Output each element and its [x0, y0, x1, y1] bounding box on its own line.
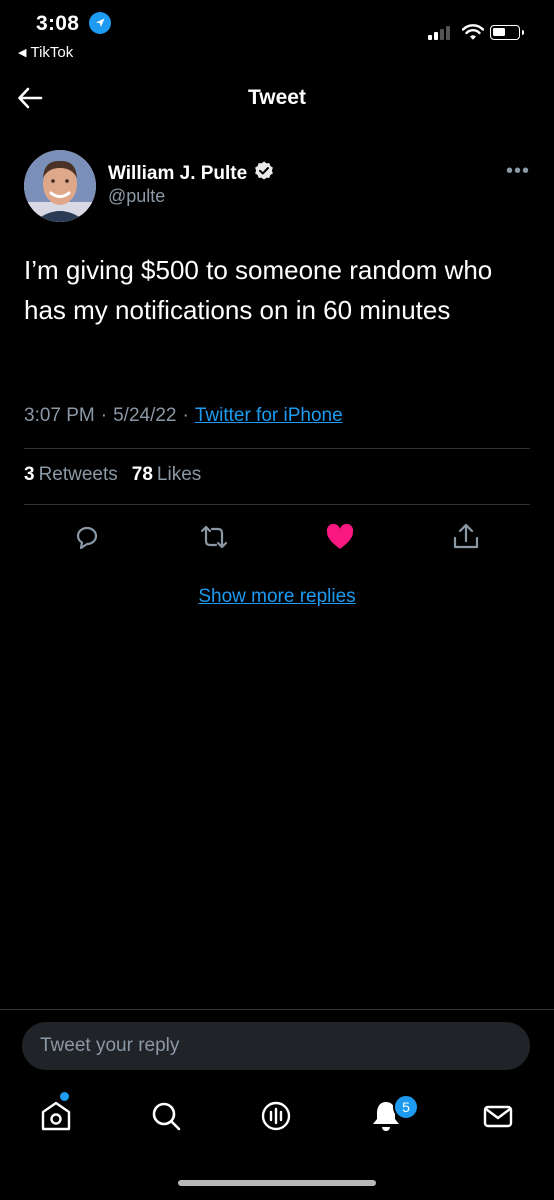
divider [0, 1009, 554, 1010]
home-unread-dot [60, 1092, 69, 1101]
spaces-icon[interactable] [258, 1098, 294, 1134]
tweet-date: 5/24/22 [113, 405, 177, 426]
back-to-app-link[interactable]: ◀ TikTok [18, 44, 73, 61]
divider [24, 504, 530, 505]
meta-separator: · [100, 405, 108, 426]
home-icon[interactable] [38, 1098, 74, 1134]
retweets-label: Retweets [38, 464, 118, 485]
author-handle[interactable]: @pulte [108, 186, 165, 207]
reply-icon[interactable] [71, 521, 103, 553]
status-time: 3:08 [36, 12, 80, 35]
more-options-icon[interactable]: ••• [506, 160, 530, 183]
meta-separator: · [182, 405, 189, 426]
location-arrow-icon [89, 12, 111, 34]
signal-icon [428, 26, 450, 40]
back-app-label: TikTok [30, 44, 74, 61]
home-indicator[interactable] [178, 1180, 376, 1186]
show-more-replies-link[interactable]: Show more replies [0, 586, 554, 608]
author-row[interactable]: William J. Pulte [108, 160, 275, 187]
messages-icon[interactable] [480, 1098, 516, 1134]
divider [24, 448, 530, 449]
battery-icon [490, 25, 524, 40]
tweet-source-link[interactable]: Twitter for iPhone [195, 405, 343, 427]
wifi-icon [461, 23, 485, 46]
search-icon[interactable] [148, 1098, 184, 1134]
likes-stat[interactable]: 78 Likes [132, 464, 202, 486]
page-title: Tweet [248, 86, 306, 109]
likes-count: 78 [131, 464, 153, 485]
retweets-count: 3 [24, 464, 35, 485]
retweet-icon[interactable] [198, 521, 230, 553]
reply-placeholder: Tweet your reply [40, 1035, 180, 1056]
retweets-stat[interactable]: 3 Retweets [24, 464, 118, 486]
tweet-meta: 3:07 PM · 5/24/22 · Twitter for iPhone [24, 405, 343, 427]
back-triangle-icon: ◀ [18, 47, 27, 59]
author-name: William J. Pulte [108, 162, 248, 184]
tweet-time: 3:07 PM [24, 405, 95, 426]
reply-input[interactable]: Tweet your reply [22, 1022, 530, 1070]
avatar[interactable] [24, 150, 96, 222]
tweet-text: I’m giving $500 to someone random who ha… [24, 255, 493, 325]
verified-badge-icon [253, 160, 275, 187]
like-icon[interactable] [324, 521, 356, 553]
tweet-stats: 3 Retweets 78 Likes [24, 464, 201, 486]
notifications-badge: 5 [393, 1094, 419, 1120]
share-icon[interactable] [450, 521, 482, 553]
likes-label: Likes [156, 464, 202, 485]
